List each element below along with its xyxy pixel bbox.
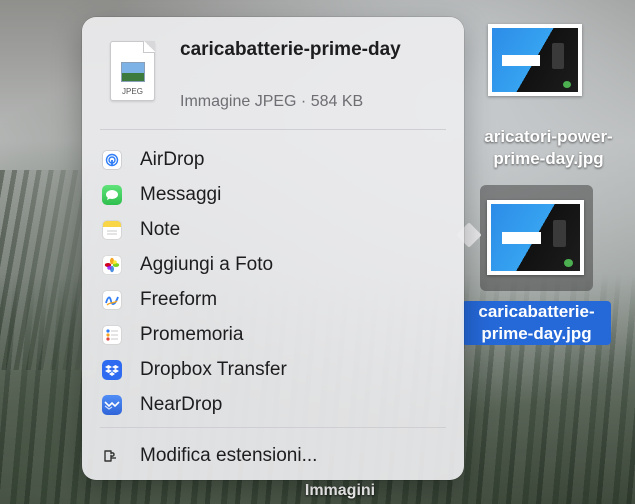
- file-name: caricabatterie-prime-day: [180, 39, 401, 60]
- menu-item-reminders[interactable]: Promemoria: [100, 317, 446, 352]
- divider: [100, 427, 446, 428]
- freeform-icon: [102, 289, 122, 310]
- image-preview: [492, 28, 578, 92]
- notes-icon: [102, 219, 122, 240]
- menu-item-dropbox-transfer[interactable]: Dropbox Transfer: [100, 352, 446, 387]
- desktop-file-thumbnail-selected[interactable]: [487, 200, 584, 275]
- neardrop-icon: [102, 394, 122, 415]
- menu-item-label: Promemoria: [140, 323, 244, 345]
- menu-item-label: NearDrop: [140, 393, 223, 415]
- menu-item-label: AirDrop: [140, 148, 205, 170]
- file-label-line: prime-day.jpg: [493, 149, 604, 168]
- desktop-file-label-selected[interactable]: caricabatterie- prime-day.jpg: [462, 301, 611, 345]
- menu-item-notes[interactable]: Note: [100, 212, 446, 247]
- menu-item-label: Freeform: [140, 288, 218, 310]
- dropbox-icon: [102, 359, 122, 380]
- share-popover: JPEG caricabatterie-prime-day Immagine J…: [82, 17, 464, 480]
- file-label-line: prime-day.jpg: [481, 324, 592, 343]
- airdrop-icon: [102, 149, 122, 170]
- menu-item-label: Note: [140, 218, 181, 240]
- extensions-menu: Modifica estensioni...: [100, 438, 446, 473]
- menu-item-label: Messaggi: [140, 183, 222, 205]
- share-menu: AirDrop Messaggi Note Aggiungi a Foto Fr…: [100, 142, 446, 422]
- menu-item-label: Modifica estensioni...: [140, 444, 318, 466]
- menu-item-photos[interactable]: Aggiungi a Foto: [100, 247, 446, 282]
- jpeg-file-icon: JPEG: [110, 41, 155, 101]
- menu-item-airdrop[interactable]: AirDrop: [100, 142, 446, 177]
- file-icon-ext: JPEG: [122, 87, 143, 96]
- file-label-line: aricatori-power-: [484, 127, 613, 146]
- image-preview: [491, 204, 580, 271]
- menu-item-neardrop[interactable]: NearDrop: [100, 387, 446, 422]
- file-label-line: caricabatterie-: [478, 302, 595, 321]
- menu-item-edit-extensions[interactable]: Modifica estensioni...: [100, 438, 446, 473]
- menu-item-freeform[interactable]: Freeform: [100, 282, 446, 317]
- extensions-icon: [102, 446, 122, 466]
- photos-icon: [102, 254, 122, 275]
- reminders-icon: [102, 324, 122, 345]
- folder-label[interactable]: Immagini: [285, 482, 395, 500]
- desktop-file-label[interactable]: aricatori-power- prime-day.jpg: [462, 126, 635, 170]
- file-meta: Immagine JPEG · 584 KB: [180, 93, 364, 110]
- menu-item-label: Aggiungi a Foto: [140, 253, 274, 275]
- file-header: JPEG caricabatterie-prime-day Immagine J…: [110, 39, 444, 121]
- menu-item-label: Dropbox Transfer: [140, 358, 287, 380]
- menu-item-messages[interactable]: Messaggi: [100, 177, 446, 212]
- desktop-file-thumbnail[interactable]: [488, 24, 582, 96]
- messages-icon: [102, 184, 122, 205]
- divider: [100, 129, 446, 130]
